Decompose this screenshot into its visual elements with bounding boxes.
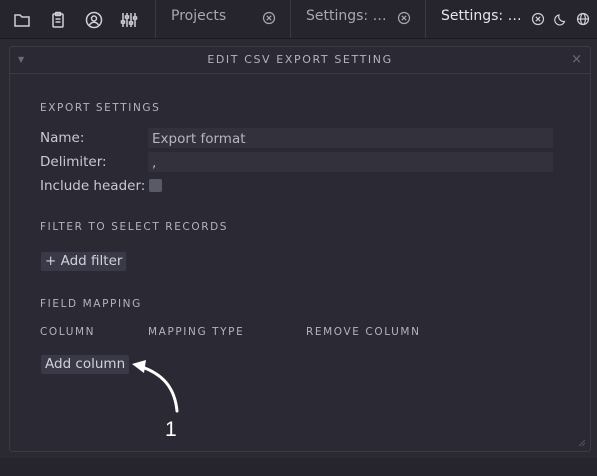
- name-label: Name:: [40, 130, 85, 146]
- add-filter-button[interactable]: + Add filter: [41, 252, 127, 271]
- bottom-bar: [0, 458, 597, 476]
- close-circle-icon[interactable]: [531, 11, 545, 30]
- column-header: COLUMN: [40, 326, 96, 338]
- export-settings-heading: EXPORT SETTINGS: [40, 102, 161, 114]
- tab-label: Settings: …: [306, 8, 387, 24]
- include-header-label: Include header:: [40, 178, 146, 194]
- tab-close-icon[interactable]: [262, 11, 276, 25]
- tab-label: Settings: …: [441, 8, 522, 24]
- sliders-icon[interactable]: [119, 10, 139, 30]
- include-header-checkbox[interactable]: [149, 179, 162, 192]
- clipboard-icon[interactable]: [48, 10, 68, 30]
- filter-heading: FILTER TO SELECT RECORDS: [40, 221, 229, 233]
- field-mapping-heading: FIELD MAPPING: [40, 298, 142, 310]
- delimiter-label: Delimiter:: [40, 154, 107, 170]
- top-toolbar: Projects Settings: … Settings: …: [0, 0, 597, 39]
- moon-icon[interactable]: [554, 11, 568, 30]
- tab-settings-1[interactable]: Settings: …: [290, 0, 425, 38]
- annotation-arrow: [132, 360, 179, 413]
- delimiter-input[interactable]: [148, 152, 553, 172]
- close-icon[interactable]: ×: [571, 52, 582, 67]
- edit-csv-export-dialog: ▼ EDIT CSV EXPORT SETTING × EXPORT SETTI…: [9, 46, 591, 452]
- tab-projects[interactable]: Projects: [155, 0, 290, 38]
- tab-close-icon[interactable]: [397, 11, 411, 25]
- tab-settings-2[interactable]: Settings: …: [425, 0, 597, 38]
- add-column-button[interactable]: Add column: [41, 355, 130, 374]
- name-input[interactable]: [148, 128, 553, 148]
- user-circle-icon[interactable]: [84, 10, 104, 30]
- resize-grip-icon[interactable]: [578, 439, 586, 447]
- tab-label: Projects: [171, 8, 227, 24]
- globe-icon[interactable]: [576, 11, 590, 30]
- remove-column-header: REMOVE COLUMN: [306, 326, 421, 338]
- annotation-number: 1: [165, 418, 177, 441]
- dialog-header: ▼ EDIT CSV EXPORT SETTING ×: [10, 47, 590, 74]
- dialog-title: EDIT CSV EXPORT SETTING: [207, 53, 393, 66]
- mapping-type-header: MAPPING TYPE: [148, 326, 245, 338]
- folder-icon[interactable]: [12, 10, 32, 30]
